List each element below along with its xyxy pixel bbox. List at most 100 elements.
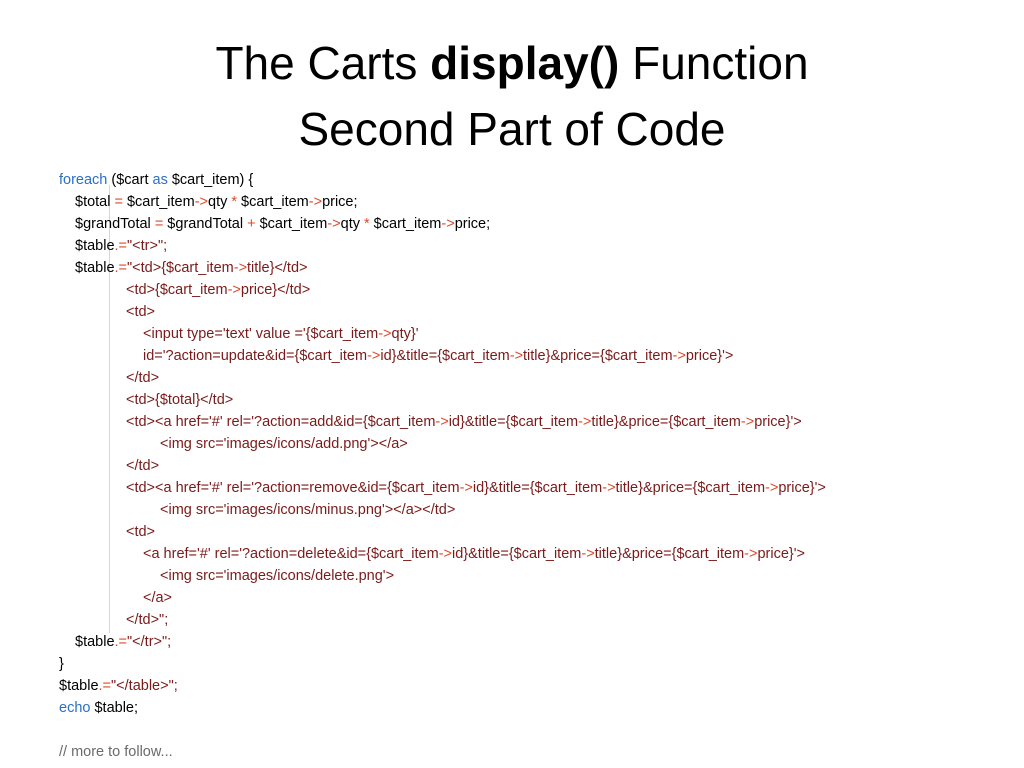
code-token: $cart_item) { bbox=[167, 172, 254, 188]
code-token: $table bbox=[59, 678, 99, 694]
code-token: -> bbox=[581, 546, 595, 562]
code-token: <img src='images/icons/delete.png'> bbox=[160, 568, 395, 584]
code-token: "</tr>"; bbox=[127, 634, 172, 650]
code-token: <td><a href='#' rel='?action=remove&id={… bbox=[126, 480, 460, 496]
code-token: $grandTotal bbox=[163, 216, 248, 232]
code-token: "</table>"; bbox=[111, 678, 178, 694]
code-token: // more to follow... bbox=[59, 744, 173, 760]
code-token: qty}' bbox=[391, 326, 419, 342]
code-token: $cart_item bbox=[122, 194, 195, 210]
code-token: = bbox=[114, 194, 123, 210]
code-token: .= bbox=[114, 260, 128, 276]
code-token: title}&price={$cart_item bbox=[615, 480, 766, 496]
code-line: foreach ($cart as $cart_item) { bbox=[59, 169, 1009, 191]
code-token: .= bbox=[114, 238, 128, 254]
code-token: "<tr>"; bbox=[127, 238, 168, 254]
code-line: <td>{$total}</td> bbox=[59, 389, 1009, 411]
code-token: -> bbox=[227, 282, 241, 298]
code-line: id='?action=update&id={$cart_item -> id}&t… bbox=[59, 345, 1009, 367]
code-token: $cart_item bbox=[255, 216, 328, 232]
code-token: $cart_item bbox=[369, 216, 442, 232]
code-token: </td> bbox=[126, 370, 160, 386]
code-token: <td>{$cart_item bbox=[126, 282, 228, 298]
code-token: $total bbox=[75, 194, 115, 210]
code-token: <td>{$total}</td> bbox=[126, 392, 234, 408]
code-token: -> bbox=[327, 216, 341, 232]
code-line: </td> bbox=[59, 367, 1009, 389]
code-token: price}'> bbox=[754, 414, 802, 430]
code-line: </td>"; bbox=[59, 609, 1009, 631]
code-line: <td> bbox=[59, 521, 1009, 543]
code-token: <td> bbox=[126, 304, 156, 320]
code-token: <td><a href='#' rel='?action=add&id={$ca… bbox=[126, 414, 436, 430]
code-token: id='?action=update&id={$cart_item bbox=[143, 348, 368, 364]
code-token: -> bbox=[765, 480, 779, 496]
code-line: $table.="</tr>"; bbox=[59, 631, 1009, 653]
code-token: title}</td> bbox=[247, 260, 308, 276]
code-line: $grandTotal = $grandTotal + $cart_item->… bbox=[59, 213, 1009, 235]
code-token: title}&price={$cart_item bbox=[523, 348, 673, 364]
code-token: price}'> bbox=[778, 480, 826, 496]
code-token: -> bbox=[578, 414, 592, 430]
code-token: </td> bbox=[126, 458, 160, 474]
code-token: $table bbox=[75, 634, 115, 650]
code-line: <img src='images/icons/add.png'></a> bbox=[59, 433, 1009, 455]
code-token: $table bbox=[75, 238, 115, 254]
code-line: <img src='images/icons/minus.png'></a></… bbox=[59, 499, 1009, 521]
code-token: } bbox=[59, 656, 64, 672]
code-token: $grandTotal bbox=[75, 216, 155, 232]
code-line: $total = $cart_item->qty * $cart_item->p… bbox=[59, 191, 1009, 213]
code-token: -> bbox=[672, 348, 686, 364]
code-token: .= bbox=[114, 634, 128, 650]
code-token: = bbox=[154, 216, 164, 232]
code-line: <img src='images/icons/delete.png'> bbox=[59, 565, 1009, 587]
code-token: as bbox=[152, 172, 168, 188]
code-token: $table bbox=[75, 260, 115, 276]
code-token: </td>"; bbox=[126, 612, 169, 628]
title-prefix: The Carts bbox=[215, 37, 431, 89]
code-token: -> bbox=[602, 480, 616, 496]
code-line: $table.="</table>"; bbox=[59, 675, 1009, 697]
title-line-1: The Carts display() Function bbox=[0, 30, 1024, 96]
code-line: </a> bbox=[59, 587, 1009, 609]
code-token: qty bbox=[208, 194, 232, 210]
code-line: <input type='text' value ='{$cart_item->… bbox=[59, 323, 1009, 345]
code-token: "<td>{$cart_item bbox=[127, 260, 234, 276]
code-token: echo bbox=[59, 700, 91, 716]
code-line: <a href='#' rel='?action=delete&id={$car… bbox=[59, 543, 1009, 565]
code-token: -> bbox=[438, 546, 452, 562]
code-token: -> bbox=[233, 260, 248, 276]
code-token: <a href='#' rel='?action=delete&id={$car… bbox=[143, 546, 439, 562]
code-token: <img src='images/icons/minus.png'></a></… bbox=[160, 502, 456, 518]
code-token: price}</td> bbox=[240, 282, 311, 298]
title-suffix: Function bbox=[619, 37, 809, 89]
code-token: qty bbox=[340, 216, 364, 232]
code-token: id}&title={$cart_item bbox=[451, 546, 582, 562]
title-function-name: display() bbox=[430, 37, 620, 89]
title-line-2: Second Part of Code bbox=[298, 103, 726, 155]
code-token: -> bbox=[744, 546, 758, 562]
code-token: price; bbox=[322, 194, 358, 210]
code-token: -> bbox=[308, 194, 323, 210]
code-token: </a> bbox=[143, 590, 173, 606]
code-token: $cart_item bbox=[237, 194, 309, 210]
code-token: -> bbox=[459, 480, 473, 496]
code-line: $table.="<td>{$cart_item->title}</td> bbox=[59, 257, 1009, 279]
code-token: id}&title={$cart_item bbox=[448, 414, 579, 430]
code-token: -> bbox=[441, 216, 455, 232]
code-token: <input type='text' value ='{$cart_item bbox=[143, 326, 379, 342]
code-line: } bbox=[59, 653, 1009, 675]
code-token: title}&price={$cart_item bbox=[594, 546, 745, 562]
code-token: price}'> bbox=[685, 348, 734, 364]
code-token: foreach bbox=[59, 172, 108, 188]
code-line: <td><a href='#' rel='?action=add&id={$ca… bbox=[59, 411, 1009, 433]
code-token: -> bbox=[378, 326, 392, 342]
code-line: <td><a href='#' rel='?action=remove&id={… bbox=[59, 477, 1009, 499]
code-token: -> bbox=[740, 414, 755, 430]
code-line: </td> bbox=[59, 455, 1009, 477]
code-token: .= bbox=[98, 678, 112, 694]
code-token: price; bbox=[454, 216, 491, 232]
code-token: id}&title={$cart_item bbox=[380, 348, 510, 364]
code-token: price}'> bbox=[757, 546, 805, 562]
